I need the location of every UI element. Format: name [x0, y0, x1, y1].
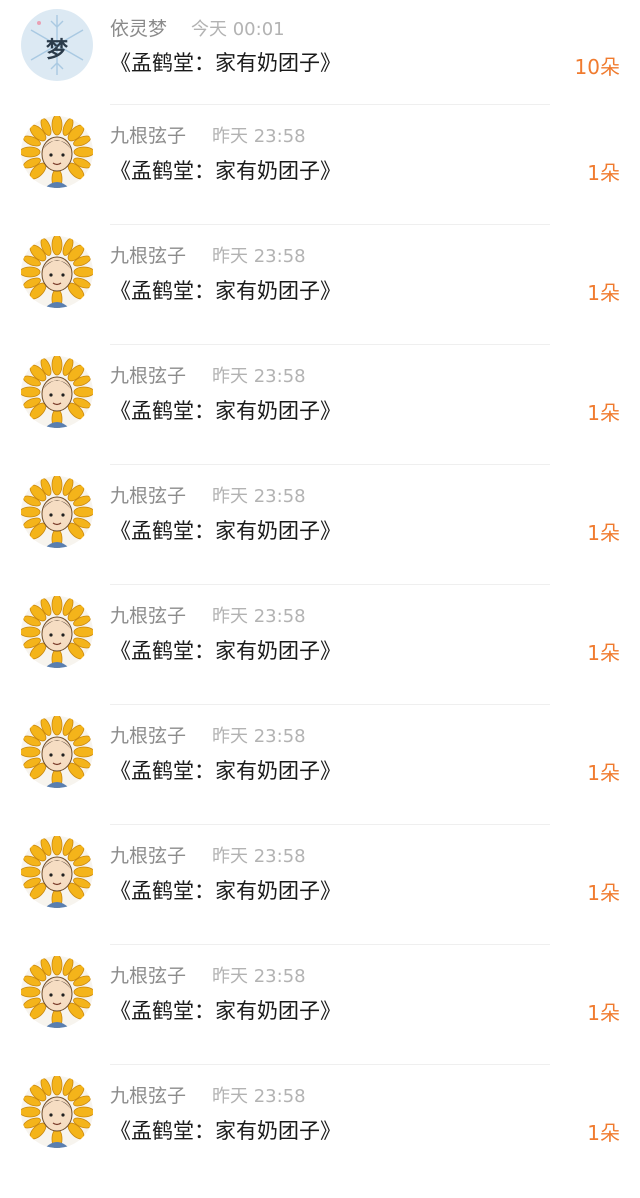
sunflower-avatar-icon — [21, 716, 93, 788]
list-item[interactable]: 九根弦子 昨天 23:58 《孟鹤堂：家有奶团子》 1朵 — [0, 345, 640, 465]
avatar[interactable] — [21, 596, 93, 668]
sunflower-avatar-icon — [21, 356, 93, 428]
work-title[interactable]: 《孟鹤堂：家有奶团子》 — [110, 995, 341, 1025]
sender-name[interactable]: 九根弦子 — [110, 721, 186, 748]
timestamp: 昨天 23:58 — [212, 486, 306, 507]
flower-count: 1朵 — [587, 521, 620, 545]
sunflower-avatar-icon — [21, 836, 93, 908]
list-item[interactable]: 九根弦子 昨天 23:58 《孟鹤堂：家有奶团子》 1朵 — [0, 105, 640, 225]
sunflower-avatar-icon — [21, 956, 93, 1028]
avatar-text: 梦 — [46, 37, 69, 63]
timestamp: 今天 00:01 — [191, 19, 285, 40]
flower-count: 1朵 — [587, 881, 620, 905]
avatar[interactable] — [21, 956, 93, 1028]
snowflake-avatar-icon: 梦 — [21, 9, 93, 81]
sunflower-avatar-icon — [21, 116, 93, 188]
work-title[interactable]: 《孟鹤堂：家有奶团子》 — [110, 515, 341, 545]
timestamp: 昨天 23:58 — [212, 366, 306, 387]
sender-name[interactable]: 九根弦子 — [110, 601, 186, 628]
gift-record-list: 梦 依灵梦 今天 00:01 《孟鹤堂：家有奶团子》 10朵 九根弦子 昨天 2… — [0, 0, 640, 1198]
sender-name[interactable]: 九根弦子 — [110, 481, 186, 508]
list-item[interactable]: 九根弦子 昨天 23:58 《孟鹤堂：家有奶团子》 1朵 — [0, 465, 640, 585]
flower-count: 1朵 — [587, 1121, 620, 1145]
sunflower-avatar-icon — [21, 476, 93, 548]
timestamp: 昨天 23:58 — [212, 246, 306, 267]
work-title[interactable]: 《孟鹤堂：家有奶团子》 — [110, 395, 341, 425]
avatar[interactable] — [21, 836, 93, 908]
sender-name[interactable]: 依灵梦 — [110, 14, 167, 41]
avatar[interactable] — [21, 1076, 93, 1148]
avatar[interactable] — [21, 476, 93, 548]
sunflower-avatar-icon — [21, 1076, 93, 1148]
avatar[interactable] — [21, 236, 93, 308]
list-item[interactable]: 九根弦子 昨天 23:58 《孟鹤堂：家有奶团子》 1朵 — [0, 945, 640, 1065]
sender-name[interactable]: 九根弦子 — [110, 841, 186, 868]
work-title[interactable]: 《孟鹤堂：家有奶团子》 — [110, 275, 341, 305]
flower-count: 1朵 — [587, 641, 620, 665]
flower-count: 1朵 — [587, 281, 620, 305]
work-title[interactable]: 《孟鹤堂：家有奶团子》 — [110, 755, 341, 785]
list-item[interactable]: 九根弦子 昨天 23:58 《孟鹤堂：家有奶团子》 1朵 — [0, 825, 640, 945]
sunflower-avatar-icon — [21, 236, 93, 308]
work-title[interactable]: 《孟鹤堂：家有奶团子》 — [110, 1115, 341, 1145]
work-title[interactable]: 《孟鹤堂：家有奶团子》 — [110, 155, 341, 185]
sender-name[interactable]: 九根弦子 — [110, 361, 186, 388]
timestamp: 昨天 23:58 — [212, 606, 306, 627]
list-item[interactable]: 九根弦子 昨天 23:58 《孟鹤堂：家有奶团子》 1朵 — [0, 1065, 640, 1185]
avatar[interactable] — [21, 356, 93, 428]
sunflower-avatar-icon — [21, 596, 93, 668]
flower-count: 10朵 — [574, 55, 620, 79]
timestamp: 昨天 23:58 — [212, 1086, 306, 1107]
timestamp: 昨天 23:58 — [212, 966, 306, 987]
sender-name[interactable]: 九根弦子 — [110, 241, 186, 268]
sender-name[interactable]: 九根弦子 — [110, 1081, 186, 1108]
flower-count: 1朵 — [587, 1001, 620, 1025]
list-item[interactable]: 九根弦子 昨天 23:58 《孟鹤堂：家有奶团子》 1朵 — [0, 705, 640, 825]
flower-count: 1朵 — [587, 161, 620, 185]
avatar[interactable]: 梦 — [21, 9, 93, 81]
avatar[interactable] — [21, 116, 93, 188]
timestamp: 昨天 23:58 — [212, 726, 306, 747]
flower-count: 1朵 — [587, 401, 620, 425]
work-title[interactable]: 《孟鹤堂：家有奶团子》 — [110, 47, 341, 77]
sender-name[interactable]: 九根弦子 — [110, 961, 186, 988]
list-item[interactable]: 梦 依灵梦 今天 00:01 《孟鹤堂：家有奶团子》 10朵 — [0, 0, 640, 105]
flower-count: 1朵 — [587, 761, 620, 785]
list-item[interactable]: 九根弦子 昨天 23:58 《孟鹤堂：家有奶团子》 1朵 — [0, 225, 640, 345]
work-title[interactable]: 《孟鹤堂：家有奶团子》 — [110, 635, 341, 665]
timestamp: 昨天 23:58 — [212, 846, 306, 867]
timestamp: 昨天 23:58 — [212, 126, 306, 147]
list-item[interactable]: 九根弦子 昨天 23:58 《孟鹤堂：家有奶团子》 1朵 — [0, 585, 640, 705]
work-title[interactable]: 《孟鹤堂：家有奶团子》 — [110, 875, 341, 905]
sender-name[interactable]: 九根弦子 — [110, 121, 186, 148]
avatar[interactable] — [21, 716, 93, 788]
